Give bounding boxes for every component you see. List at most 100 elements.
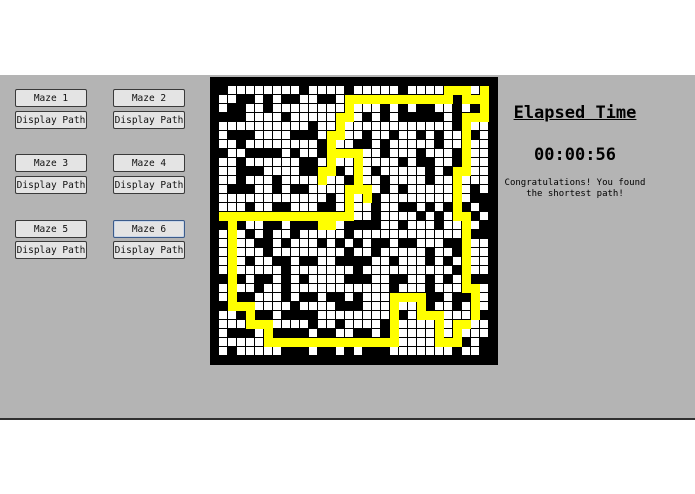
maze-wall-cell [282,203,291,212]
maze-wall-cell [381,104,390,113]
maze-open-cell [228,140,237,149]
maze-path-cell [336,131,345,140]
maze-open-cell [426,338,435,347]
maze-wall-cell [408,356,417,365]
maze-6-button[interactable]: Maze 6 [113,220,185,238]
maze-open-cell [480,131,489,140]
maze-path-cell [237,302,246,311]
maze-open-cell [291,257,300,266]
maze-wall-cell [489,320,498,329]
maze-wall-cell [354,257,363,266]
display-path-button-6[interactable]: Display Path [113,241,185,259]
maze-open-cell [399,302,408,311]
maze-open-cell [219,203,228,212]
maze-wall-cell [489,221,498,230]
maze-wall-cell [300,293,309,302]
maze-open-cell [228,95,237,104]
maze-open-cell [327,230,336,239]
maze-open-cell [390,140,399,149]
maze-wall-cell [444,356,453,365]
maze-open-cell [363,104,372,113]
maze-open-cell [417,185,426,194]
maze-wall-cell [219,77,228,86]
maze-wall-cell [471,356,480,365]
display-path-button-3[interactable]: Display Path [15,176,87,194]
maze-wall-cell [210,239,219,248]
maze-4-button[interactable]: Maze 4 [113,154,185,172]
display-path-button-5[interactable]: Display Path [15,241,87,259]
maze-open-cell [264,131,273,140]
maze-path-cell [390,293,399,302]
maze-wall-cell [210,347,219,356]
maze-open-cell [345,266,354,275]
display-path-button-2[interactable]: Display Path [113,111,185,129]
maze-open-cell [471,203,480,212]
maze-wall-cell [399,158,408,167]
maze-wall-cell [264,275,273,284]
maze-path-cell [408,293,417,302]
maze-open-cell [354,311,363,320]
maze-wall-cell [417,113,426,122]
maze-path-cell [462,248,471,257]
maze-wall-cell [372,356,381,365]
maze-open-cell [435,122,444,131]
maze-open-cell [372,266,381,275]
maze-open-cell [363,86,372,95]
maze-wall-cell [363,356,372,365]
maze-open-cell [435,167,444,176]
maze-wall-cell [480,275,489,284]
maze-open-cell [327,239,336,248]
maze-open-cell [480,149,489,158]
maze-open-cell [336,194,345,203]
maze-wall-cell [489,212,498,221]
maze-wall-cell [489,329,498,338]
maze-open-cell [426,230,435,239]
maze-5-button[interactable]: Maze 5 [15,220,87,238]
maze-open-cell [471,257,480,266]
maze-open-cell [390,212,399,221]
maze-path-cell [363,95,372,104]
maze-wall-cell [246,131,255,140]
maze-path-cell [228,284,237,293]
maze-wall-cell [417,212,426,221]
maze-open-cell [309,95,318,104]
maze-wall-cell [291,302,300,311]
maze-open-cell [282,104,291,113]
maze-path-cell [327,221,336,230]
maze-open-cell [255,302,264,311]
maze-open-cell [309,194,318,203]
display-path-button-1[interactable]: Display Path [15,111,87,129]
maze-wall-cell [282,266,291,275]
maze-open-cell [246,140,255,149]
maze-wall-cell [237,329,246,338]
maze-open-cell [363,149,372,158]
maze-wall-cell [489,275,498,284]
maze-open-cell [435,239,444,248]
maze-2-button[interactable]: Maze 2 [113,89,185,107]
maze-open-cell [372,122,381,131]
maze-open-cell [300,149,309,158]
maze-3-button[interactable]: Maze 3 [15,154,87,172]
maze-path-cell [264,338,273,347]
maze-open-cell [291,176,300,185]
maze-open-cell [390,266,399,275]
maze-open-cell [246,338,255,347]
maze-open-cell [408,185,417,194]
maze-open-cell [390,122,399,131]
maze-open-cell [309,284,318,293]
maze-open-cell [453,284,462,293]
maze-path-cell [264,329,273,338]
maze-wall-cell [318,356,327,365]
maze-open-cell [327,311,336,320]
maze-open-cell [480,284,489,293]
display-path-button-4[interactable]: Display Path [113,176,185,194]
maze-open-cell [408,122,417,131]
maze-open-cell [273,239,282,248]
maze-open-cell [255,203,264,212]
maze-1-button[interactable]: Maze 1 [15,89,87,107]
maze-path-cell [480,95,489,104]
maze-open-cell [219,266,228,275]
maze-wall-cell [408,77,417,86]
maze-wall-cell [327,77,336,86]
maze-path-cell [327,131,336,140]
